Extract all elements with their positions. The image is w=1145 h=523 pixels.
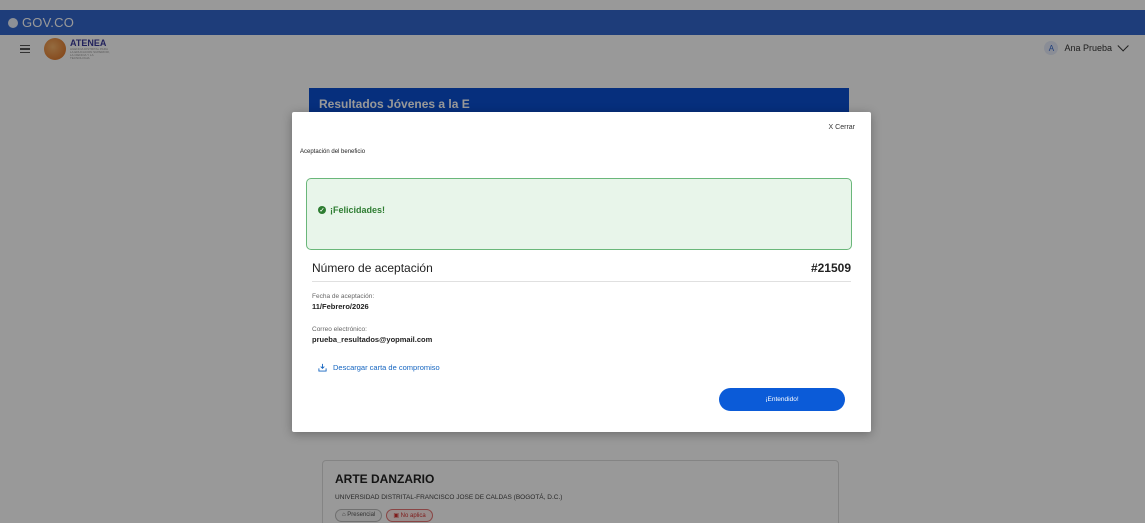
success-alert: ✓ ¡Felicidades! — [306, 178, 852, 250]
acceptance-number-value: #21509 — [810, 260, 851, 275]
acceptance-date-field: Fecha de aceptación: 11/Febrero/2026 — [312, 293, 374, 311]
check-circle-icon: ✓ — [318, 206, 326, 214]
close-button[interactable]: X Cerrar — [829, 124, 855, 131]
success-message: ✓ ¡Felicidades! — [318, 205, 385, 215]
download-letter-link[interactable]: Descargar carta de compromiso — [318, 363, 440, 372]
acceptance-number-label: Número de aceptación — [312, 260, 433, 275]
acceptance-modal: X Cerrar Aceptación del beneficio ✓ ¡Fel… — [292, 112, 871, 432]
success-text: ¡Felicidades! — [330, 205, 386, 215]
email-value: prueba_resultados@yopmail.com — [312, 335, 433, 344]
acceptance-date-label: Fecha de aceptación: — [312, 293, 375, 300]
understood-button[interactable]: ¡Entendido! — [719, 388, 845, 411]
download-icon — [318, 363, 327, 372]
acceptance-date-value: 11/Febrero/2026 — [312, 302, 369, 311]
acceptance-number-row: Número de aceptación #21509 — [312, 260, 851, 282]
email-field: Correo electrónico: prueba_resultados@yo… — [312, 326, 432, 344]
download-label: Descargar carta de compromiso — [333, 363, 440, 372]
modal-heading: Aceptación del beneficio — [300, 149, 366, 155]
email-label: Correo electrónico: — [312, 326, 367, 333]
